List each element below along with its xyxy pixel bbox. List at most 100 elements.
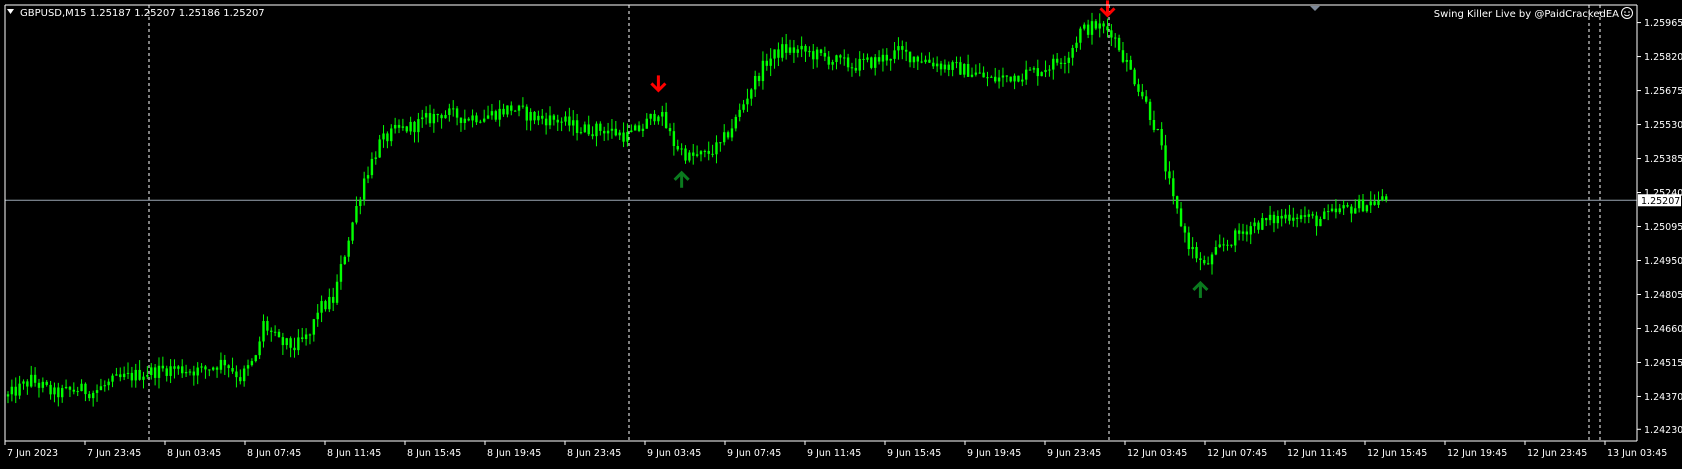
candle-body bbox=[355, 206, 358, 223]
x-tick-label: 12 Jun 11:45 bbox=[1287, 448, 1347, 459]
candle-body bbox=[990, 76, 993, 78]
candle-body bbox=[1055, 58, 1059, 63]
candle-body bbox=[1261, 217, 1264, 230]
candle-body bbox=[1206, 263, 1210, 265]
candle-body bbox=[301, 337, 304, 339]
candle-body bbox=[750, 89, 753, 99]
candle-body bbox=[928, 59, 931, 63]
candle-body bbox=[835, 55, 838, 62]
x-tick-label: 7 Jun 2023 bbox=[7, 448, 58, 459]
x-tick-label: 8 Jun 19:45 bbox=[487, 448, 541, 459]
candle-body bbox=[726, 132, 730, 138]
chart-window[interactable]: 1.25207 1.25965 1.25820 1.25675 1.25530 1.25… bbox=[0, 0, 1682, 465]
candle-body bbox=[1203, 260, 1206, 264]
candle-body bbox=[273, 331, 277, 333]
candle-body bbox=[970, 74, 974, 77]
candle-body bbox=[262, 321, 265, 342]
candle-body bbox=[332, 296, 335, 303]
candle-body bbox=[850, 67, 854, 69]
candle-body bbox=[595, 123, 598, 137]
candle-body bbox=[1323, 211, 1326, 219]
candle-body bbox=[138, 369, 141, 380]
candle-body bbox=[633, 125, 637, 131]
candle-body bbox=[564, 116, 567, 122]
candle-body bbox=[192, 371, 196, 376]
x-tick-label: 8 Jun 11:45 bbox=[327, 448, 381, 459]
candle-body bbox=[711, 153, 714, 155]
candle-body bbox=[614, 128, 618, 136]
candle-body bbox=[641, 128, 645, 131]
candle-body bbox=[610, 128, 614, 131]
candle-body bbox=[486, 115, 490, 119]
y-tick-label: 1.24950 bbox=[1644, 256, 1682, 267]
candle-body bbox=[490, 111, 494, 116]
candle-body bbox=[409, 121, 412, 132]
candle-body bbox=[328, 296, 331, 310]
candle-body bbox=[579, 132, 583, 134]
candle-body bbox=[61, 388, 64, 398]
candle-body bbox=[1257, 222, 1260, 230]
candle-body bbox=[1059, 62, 1063, 64]
candle-body bbox=[874, 57, 877, 68]
candle-body bbox=[765, 60, 768, 66]
candle-body bbox=[904, 49, 908, 52]
candle-body bbox=[730, 128, 734, 138]
candle-body bbox=[1350, 206, 1353, 214]
candle-body bbox=[223, 359, 226, 366]
candle-body bbox=[1141, 91, 1144, 97]
candle-body bbox=[1377, 200, 1380, 205]
candle-body bbox=[1315, 215, 1318, 227]
candle-body bbox=[862, 58, 865, 60]
candle-body bbox=[1354, 208, 1357, 214]
x-tick-label: 9 Jun 23:45 bbox=[1047, 448, 1101, 459]
candle-body bbox=[277, 331, 281, 338]
candle-body bbox=[1346, 205, 1349, 207]
candle-body bbox=[270, 330, 273, 332]
candle-body bbox=[436, 113, 439, 116]
candle-body bbox=[53, 387, 56, 395]
y-tick-label: 1.25675 bbox=[1644, 86, 1682, 97]
candle-body bbox=[455, 108, 459, 118]
candle-body bbox=[1195, 246, 1198, 259]
candle-body bbox=[72, 389, 76, 392]
y-tick-label: 1.25385 bbox=[1644, 154, 1682, 165]
x-tick-label: 8 Jun 07:45 bbox=[247, 448, 301, 459]
candle-body bbox=[877, 57, 881, 62]
price-chart[interactable]: 1.25207 1.259651.258201.256751.255301.25… bbox=[0, 0, 1682, 465]
candle-body bbox=[734, 116, 738, 129]
candle-body bbox=[119, 374, 122, 378]
candle-body bbox=[115, 374, 118, 376]
x-tick-label: 9 Jun 11:45 bbox=[807, 448, 861, 459]
candle-body bbox=[181, 366, 184, 374]
candle-body bbox=[1048, 69, 1051, 71]
candle-body bbox=[1292, 217, 1295, 221]
candle-body bbox=[413, 121, 416, 133]
candle-body bbox=[556, 119, 559, 123]
symbol-info: GBPUSD,M15 1.25187 1.25207 1.25186 1.252… bbox=[20, 8, 265, 19]
candle-body bbox=[227, 365, 230, 369]
candle-body bbox=[823, 53, 827, 57]
y-tick-label: 1.24805 bbox=[1644, 290, 1682, 301]
candle-body bbox=[1145, 96, 1148, 102]
candle-body bbox=[41, 381, 45, 388]
candle-body bbox=[978, 72, 981, 74]
candle-body bbox=[1241, 231, 1245, 234]
candle-body bbox=[444, 114, 447, 119]
candle-body bbox=[1032, 68, 1036, 70]
candle-body bbox=[587, 124, 590, 135]
candle-body bbox=[1148, 101, 1152, 120]
candle-body bbox=[208, 369, 211, 371]
candle-body bbox=[560, 121, 563, 123]
candle-body bbox=[111, 375, 114, 382]
x-tick-label: 12 Jun 15:45 bbox=[1367, 448, 1427, 459]
candle-body bbox=[552, 115, 556, 120]
candle-body bbox=[870, 57, 873, 68]
candle-body bbox=[1125, 59, 1129, 62]
candle-body bbox=[1199, 258, 1202, 261]
candle-body bbox=[1017, 75, 1020, 82]
candle-body bbox=[715, 142, 718, 155]
candle-body bbox=[672, 131, 676, 147]
y-tick-label: 1.25240 bbox=[1644, 188, 1682, 199]
candle-body bbox=[897, 46, 900, 51]
candle-body bbox=[1307, 214, 1310, 217]
